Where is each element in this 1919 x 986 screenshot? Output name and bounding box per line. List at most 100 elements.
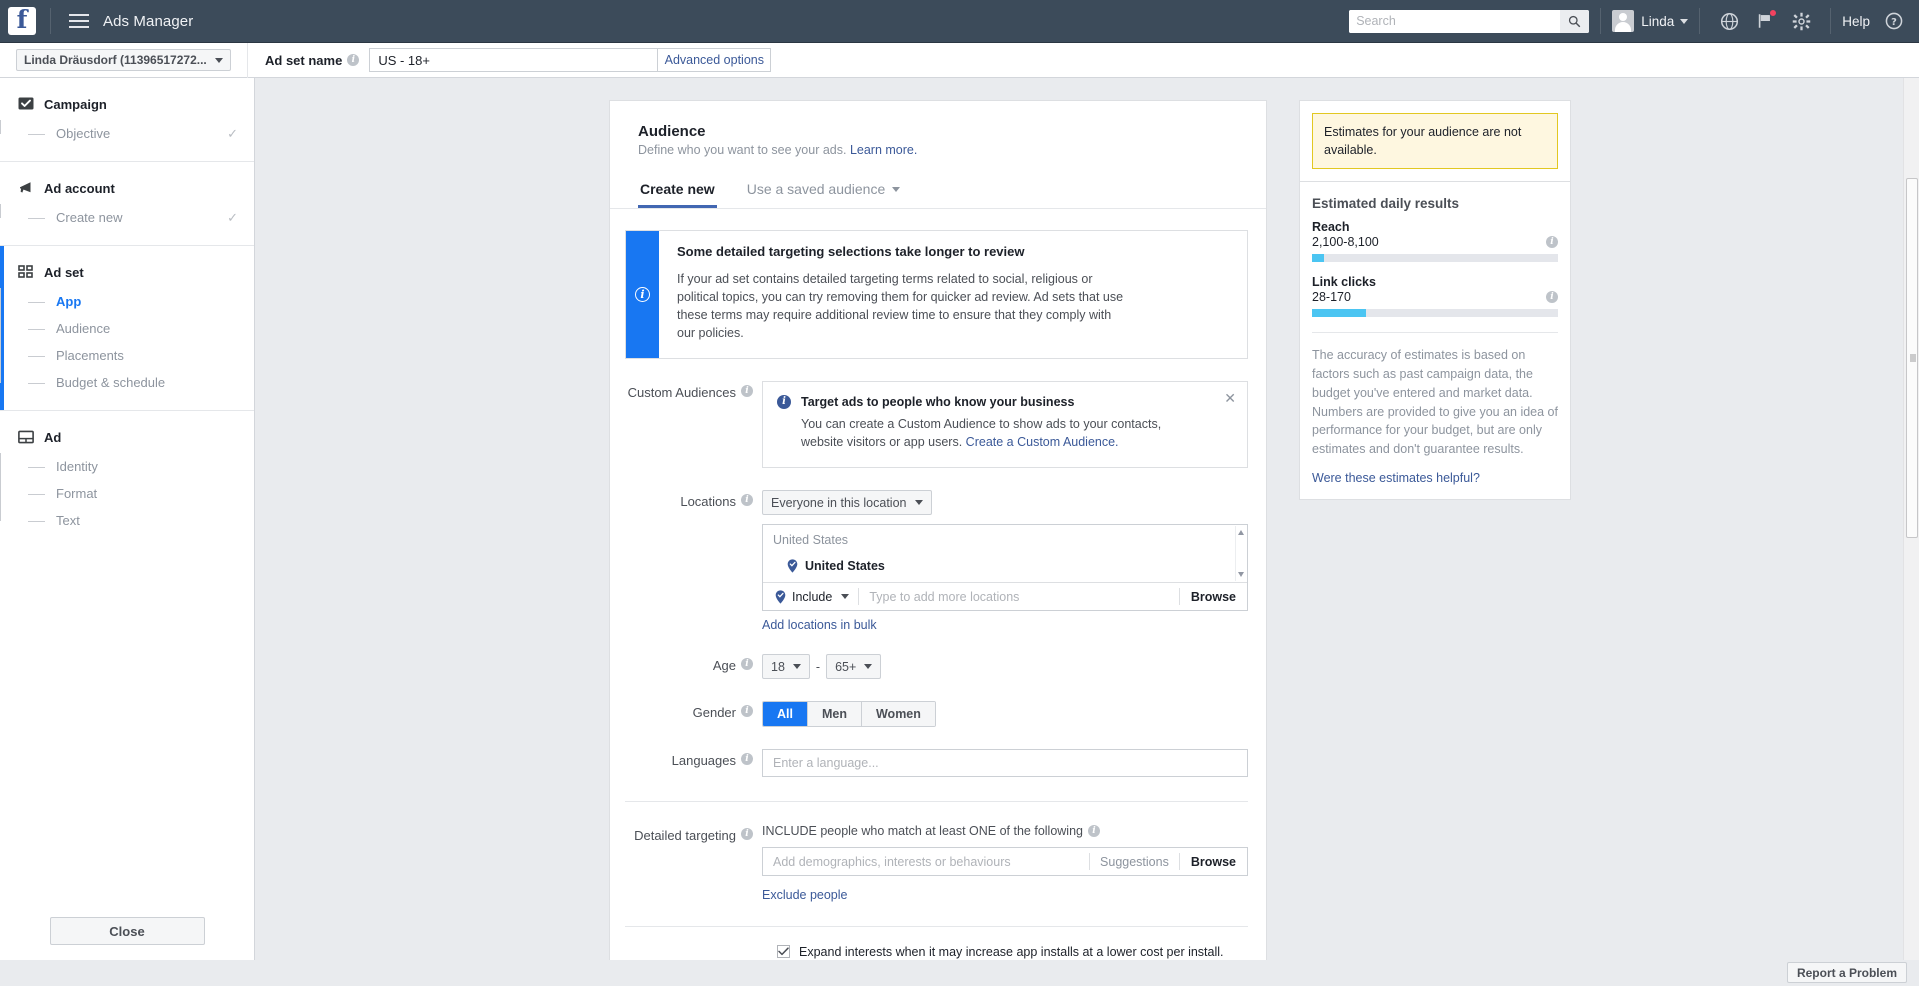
create-custom-audience-link[interactable]: Create a Custom Audience. (966, 435, 1119, 449)
locations-label-wrap: Locations i (625, 490, 762, 632)
metric-bar-fill (1312, 254, 1324, 262)
search-icon[interactable] (1560, 10, 1589, 33)
nav-header-ad[interactable]: Ad (0, 425, 254, 449)
chevron-down-icon (915, 500, 923, 505)
sidebar-item-identity[interactable]: Identity (28, 453, 254, 480)
detailed-targeting-input[interactable] (763, 848, 1089, 875)
sidebar-item-create-new[interactable]: Create new ✓ (28, 204, 254, 231)
info-icon[interactable]: i (1546, 291, 1558, 303)
help-label[interactable]: Help (1842, 14, 1870, 29)
search-box[interactable] (1349, 10, 1589, 33)
info-icon[interactable]: i (741, 705, 753, 717)
tab-label: Create new (640, 181, 715, 197)
sidebar-item-format[interactable]: Format (28, 480, 254, 507)
advanced-options-button[interactable]: Advanced options (658, 48, 771, 72)
info-icon[interactable]: i (347, 54, 359, 66)
detailed-targeting-browse-button[interactable]: Browse (1180, 855, 1247, 869)
gender-label-wrap: Gender i (625, 701, 762, 727)
locations-row: Locations i Everyone in this location Un… (625, 490, 1248, 632)
account-selector[interactable]: Linda Dräusdorf (11396517272... (16, 49, 231, 71)
add-locations-bulk-link[interactable]: Add locations in bulk (762, 618, 877, 632)
info-icon[interactable]: i (741, 385, 753, 397)
detailed-targeting-field[interactable]: Suggestions Browse (762, 847, 1248, 876)
gender-option-all[interactable]: All (763, 702, 808, 726)
nav-header-campaign[interactable]: Campaign (0, 92, 254, 116)
suggestions-button[interactable]: Suggestions (1090, 855, 1179, 869)
page-title: Audience (610, 123, 1266, 140)
location-scope-dropdown[interactable]: Everyone in this location (762, 490, 932, 515)
include-exclude-dropdown[interactable]: Include (763, 590, 858, 604)
info-icon[interactable]: i (1546, 236, 1558, 248)
sidebar-item-label: Budget & schedule (56, 375, 165, 390)
age-min-dropdown[interactable]: 18 (762, 654, 810, 679)
nav-label: Ad set (44, 265, 84, 280)
user-menu[interactable]: Linda (1612, 10, 1688, 32)
question-circle-icon[interactable]: ? (1881, 8, 1907, 34)
sidebar-item-label: Text (56, 513, 80, 528)
languages-input[interactable] (762, 749, 1248, 777)
info-circle-icon: i (777, 395, 791, 409)
user-name: Linda (1641, 14, 1674, 29)
adset-name-field[interactable] (369, 48, 658, 72)
globe-icon[interactable] (1716, 8, 1742, 34)
header-divider (1830, 8, 1831, 34)
check-icon: ✓ (227, 126, 238, 142)
gear-icon[interactable] (1788, 8, 1814, 34)
info-icon[interactable]: i (1088, 825, 1100, 837)
report-problem-button[interactable]: Report a Problem (1787, 962, 1907, 983)
location-search-input[interactable] (859, 584, 1179, 610)
expand-interests-checkbox[interactable] (777, 945, 790, 958)
gender-option-women[interactable]: Women (862, 702, 935, 726)
hamburger-icon[interactable] (69, 14, 89, 29)
nav-header-ad-account[interactable]: Ad account (0, 176, 254, 200)
learn-more-link[interactable]: Learn more. (850, 143, 917, 157)
info-icon[interactable]: i (741, 828, 753, 840)
metric-value-reach: 2,100-8,100 (1312, 235, 1379, 249)
custom-audience-promo-box: ✕ i Target ads to people who know your b… (762, 381, 1248, 469)
detailed-targeting-notice: i Some detailed targeting selections tak… (625, 230, 1248, 359)
facebook-logo-icon[interactable]: f (8, 7, 36, 35)
sidebar-item-app[interactable]: App (28, 288, 254, 315)
estimates-note: The accuracy of estimates is based on fa… (1312, 346, 1558, 459)
chevron-down-icon (793, 664, 801, 669)
nav-header-ad-set[interactable]: Ad set (0, 260, 254, 284)
metric-bar-reach (1312, 254, 1558, 262)
metric-bar-fill (1312, 309, 1366, 317)
adset-name-input[interactable] (370, 49, 657, 71)
info-icon[interactable]: i (741, 658, 753, 670)
scroll-up-icon[interactable] (1238, 530, 1244, 535)
nav-children-ad-set: App Audience Placements Budget & schedul… (0, 288, 254, 396)
sidebar-item-budget-schedule[interactable]: Budget & schedule (28, 369, 254, 396)
info-icon[interactable]: i (741, 494, 753, 506)
sidebar-item-audience[interactable]: Audience (28, 315, 254, 342)
exclude-people-link[interactable]: Exclude people (762, 888, 847, 902)
custom-audiences-row: Custom Audiences i ✕ i Target ads to peo… (625, 381, 1248, 469)
flag-icon[interactable] (1752, 8, 1778, 34)
nav-group-campaign: Campaign Objective ✓ (0, 78, 254, 162)
sidebar-item-objective[interactable]: Objective ✓ (28, 120, 254, 147)
main-canvas: Audience Define who you want to see your… (256, 78, 1919, 986)
header-right-cluster: Linda Help ? (1349, 0, 1919, 43)
metric-row-reach: 2,100-8,100 i (1312, 235, 1558, 249)
tab-use-saved-audience[interactable]: Use a saved audience (745, 181, 903, 208)
page-scrollbar-thumb[interactable] (1906, 178, 1918, 538)
sidebar-item-text[interactable]: Text (28, 507, 254, 534)
gender-option-men[interactable]: Men (808, 702, 862, 726)
languages-row: Languages i (625, 749, 1248, 777)
scroll-down-icon[interactable] (1238, 572, 1244, 577)
estimates-helpful-link[interactable]: Were these estimates helpful? (1312, 471, 1480, 485)
page-scrollbar[interactable] (1903, 78, 1919, 986)
sidebar-item-label: Create new (56, 210, 122, 225)
age-max-dropdown[interactable]: 65+ (826, 654, 881, 679)
info-icon[interactable]: i (741, 753, 753, 765)
close-icon[interactable]: ✕ (1224, 391, 1236, 405)
locations-browse-button[interactable]: Browse (1180, 590, 1247, 604)
close-button[interactable]: Close (50, 917, 205, 945)
search-input[interactable] (1349, 10, 1560, 33)
list-item[interactable]: United States (773, 559, 1247, 573)
locations-scrollbar[interactable] (1235, 526, 1246, 581)
tab-create-new[interactable]: Create new (638, 181, 717, 208)
sidebar-item-placements[interactable]: Placements (28, 342, 254, 369)
check-icon: ✓ (227, 210, 238, 226)
estimates-panel: Estimates for your audience are not avai… (1299, 100, 1571, 500)
